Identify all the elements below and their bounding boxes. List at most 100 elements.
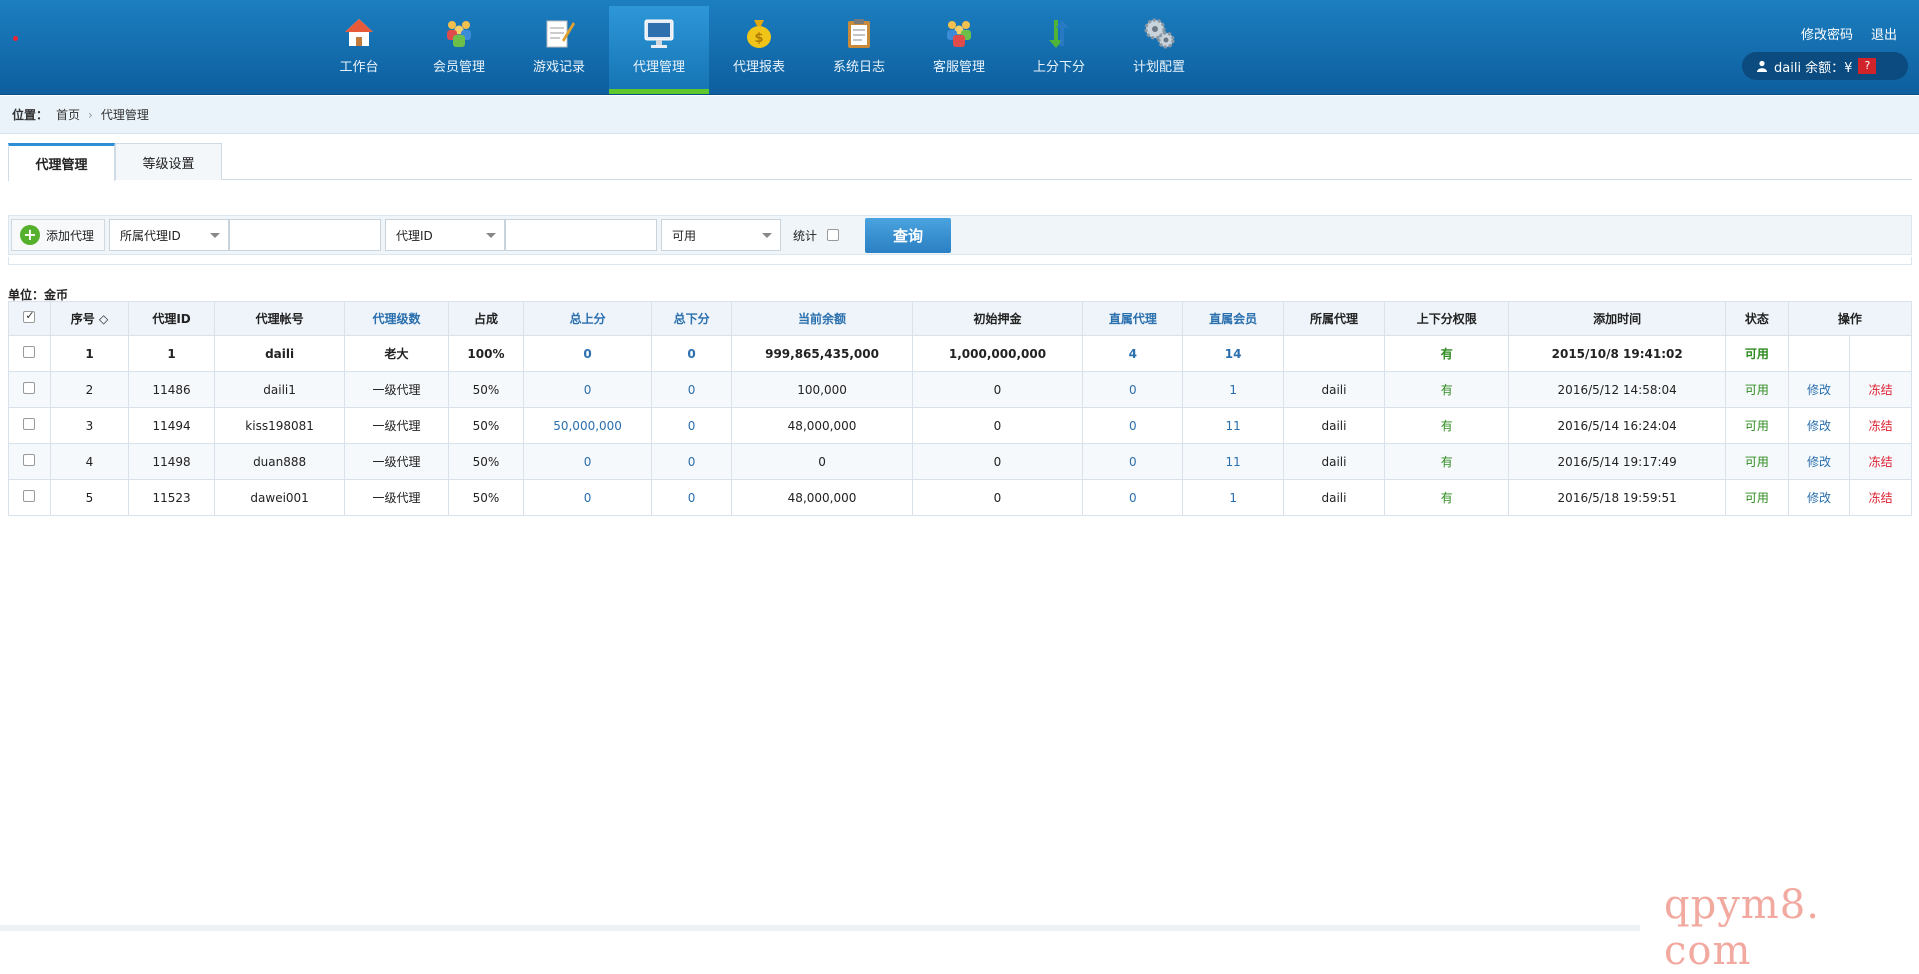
cell-total-down[interactable]: 0 bbox=[650, 443, 733, 480]
nav-label: 计划配置 bbox=[1132, 60, 1185, 75]
edit-link[interactable]: 修改 bbox=[1787, 407, 1851, 444]
nav-item-workbench[interactable]: 工作台 bbox=[309, 6, 409, 94]
bottom-scroll-strip bbox=[0, 925, 1640, 931]
cell-account: daili bbox=[213, 335, 346, 372]
cell-total-up[interactable]: 0 bbox=[523, 479, 652, 516]
cell-total-up[interactable]: 0 bbox=[523, 371, 652, 408]
cell-direct-members[interactable]: 14 bbox=[1182, 335, 1284, 372]
cell-total-down[interactable]: 0 bbox=[650, 407, 733, 444]
tab-level-settings[interactable]: 等级设置 bbox=[115, 143, 222, 180]
nav-label: 会员管理 bbox=[432, 60, 485, 75]
row-checkbox[interactable] bbox=[23, 346, 36, 358]
status-select[interactable]: 可用 bbox=[661, 219, 782, 251]
watermark-text: qpym8. com bbox=[1664, 882, 1820, 974]
nav-label: 工作台 bbox=[339, 60, 379, 75]
people-icon bbox=[941, 16, 977, 50]
cell-share: 50% bbox=[447, 371, 525, 408]
agent-id-select[interactable]: 代理ID bbox=[385, 219, 506, 251]
select-all-checkbox[interactable] bbox=[23, 309, 36, 323]
cell-agent-id: 11498 bbox=[128, 443, 215, 480]
cell-total-down[interactable]: 0 bbox=[650, 335, 733, 372]
cell-level: 一级代理 bbox=[344, 371, 449, 408]
nav-item-agent-management[interactable]: 代理管理 bbox=[609, 6, 709, 94]
nav-item-members[interactable]: 会员管理 bbox=[409, 6, 509, 94]
cell-parent: daili bbox=[1282, 443, 1386, 480]
row-checkbox[interactable] bbox=[23, 490, 36, 502]
breadcrumb-home[interactable]: 首页 bbox=[56, 106, 80, 123]
query-button[interactable]: 查询 bbox=[865, 217, 952, 253]
cell-balance: 48,000,000 bbox=[731, 479, 913, 516]
cell-deposit: 0 bbox=[911, 479, 1084, 516]
cell-balance: 100,000 bbox=[731, 371, 913, 408]
nav-label: 系统日志 bbox=[832, 60, 885, 75]
parent-agent-id-input[interactable] bbox=[229, 219, 382, 251]
edit-link[interactable]: 修改 bbox=[1787, 479, 1851, 516]
freeze-link[interactable]: 冻结 bbox=[1849, 479, 1912, 516]
chevron-down-icon bbox=[762, 232, 773, 238]
cell-parent bbox=[1282, 335, 1386, 372]
cell-total-down[interactable]: 0 bbox=[650, 371, 733, 408]
col-no[interactable]: 序号 ◇ bbox=[49, 301, 130, 336]
cell-total-down[interactable]: 0 bbox=[650, 479, 733, 516]
freeze-link bbox=[1849, 335, 1912, 372]
breadcrumb-separator: › bbox=[88, 107, 93, 122]
cell-direct-agents[interactable]: 0 bbox=[1082, 407, 1184, 444]
cell-direct-agents[interactable]: 4 bbox=[1082, 335, 1184, 372]
stat-checkbox[interactable] bbox=[827, 229, 840, 241]
user-balance-pill: daili 余额：¥ ? bbox=[1742, 52, 1908, 80]
freeze-link[interactable]: 冻结 bbox=[1849, 407, 1912, 444]
cell-direct-members[interactable]: 11 bbox=[1182, 443, 1284, 480]
col-balance[interactable]: 当前余额 bbox=[731, 301, 913, 336]
cell-direct-members[interactable]: 11 bbox=[1182, 407, 1284, 444]
change-password-link[interactable]: 修改密码 bbox=[1801, 24, 1853, 43]
edit-link[interactable]: 修改 bbox=[1787, 443, 1851, 480]
filter-toolbar: + 添加代理 所属代理ID 代理ID 可用 统计 查询 bbox=[8, 215, 1912, 255]
cell-direct-agents[interactable]: 0 bbox=[1082, 479, 1184, 516]
nav-item-system-log[interactable]: 系统日志 bbox=[809, 6, 909, 94]
col-total-up[interactable]: 总上分 bbox=[523, 301, 652, 336]
notepad-icon bbox=[541, 16, 577, 50]
cell-account: daili1 bbox=[213, 371, 346, 408]
table-header-row: 序号 ◇ 代理ID 代理帐号 代理级数 占成 总上分 总下分 当前余额 初始押金… bbox=[8, 301, 1913, 336]
cell-share: 50% bbox=[447, 479, 525, 516]
cell-direct-members[interactable]: 1 bbox=[1182, 371, 1284, 408]
freeze-link[interactable]: 冻结 bbox=[1849, 443, 1912, 480]
main-nav: 工作台 会员管理 游戏记录 代理管理 $ 代理报表 系统日志 客服管理 上分下分… bbox=[309, 6, 1209, 94]
cell-no: 1 bbox=[49, 335, 130, 372]
cell-share: 100% bbox=[447, 335, 525, 372]
agent-id-input[interactable] bbox=[505, 219, 658, 251]
col-direct-agents[interactable]: 直属代理 bbox=[1082, 301, 1184, 336]
col-total-down[interactable]: 总下分 bbox=[650, 301, 733, 336]
logout-link[interactable]: 退出 bbox=[1871, 24, 1897, 43]
nav-item-agent-report[interactable]: $ 代理报表 bbox=[709, 6, 809, 94]
stat-toggle: 统计 bbox=[793, 227, 840, 244]
cell-total-up[interactable]: 50,000,000 bbox=[523, 407, 652, 444]
cell-parent: daili bbox=[1282, 407, 1386, 444]
row-checkbox[interactable] bbox=[23, 382, 36, 394]
cell-level: 一级代理 bbox=[344, 407, 449, 444]
nav-item-plan-config[interactable]: 计划配置 bbox=[1109, 6, 1209, 94]
col-direct-members[interactable]: 直属会员 bbox=[1182, 301, 1284, 336]
breadcrumb: 位置： 首页 › 代理管理 bbox=[0, 96, 1919, 134]
cell-level: 一级代理 bbox=[344, 443, 449, 480]
cell-direct-agents[interactable]: 0 bbox=[1082, 371, 1184, 408]
row-checkbox[interactable] bbox=[23, 454, 36, 466]
cell-direct-agents[interactable]: 0 bbox=[1082, 443, 1184, 480]
nav-item-customer-service[interactable]: 客服管理 bbox=[909, 6, 1009, 94]
cell-status: 可用 bbox=[1725, 371, 1789, 408]
user-icon bbox=[1757, 60, 1767, 72]
cell-total-up[interactable]: 0 bbox=[523, 443, 652, 480]
cell-time: 2015/10/8 19:41:02 bbox=[1508, 335, 1727, 372]
add-agent-button[interactable]: + 添加代理 bbox=[11, 219, 106, 251]
tab-agent-management[interactable]: 代理管理 bbox=[8, 143, 115, 181]
row-checkbox[interactable] bbox=[23, 418, 36, 430]
edit-link[interactable]: 修改 bbox=[1787, 371, 1851, 408]
parent-agent-id-select[interactable]: 所属代理ID bbox=[109, 219, 230, 251]
freeze-link[interactable]: 冻结 bbox=[1849, 371, 1912, 408]
cell-direct-members[interactable]: 1 bbox=[1182, 479, 1284, 516]
col-agent-level[interactable]: 代理级数 bbox=[344, 301, 449, 336]
nav-item-score-up-down[interactable]: 上分下分 bbox=[1009, 6, 1109, 94]
clipboard-icon bbox=[841, 16, 877, 50]
cell-total-up[interactable]: 0 bbox=[523, 335, 652, 372]
nav-item-game-records[interactable]: 游戏记录 bbox=[509, 6, 609, 94]
